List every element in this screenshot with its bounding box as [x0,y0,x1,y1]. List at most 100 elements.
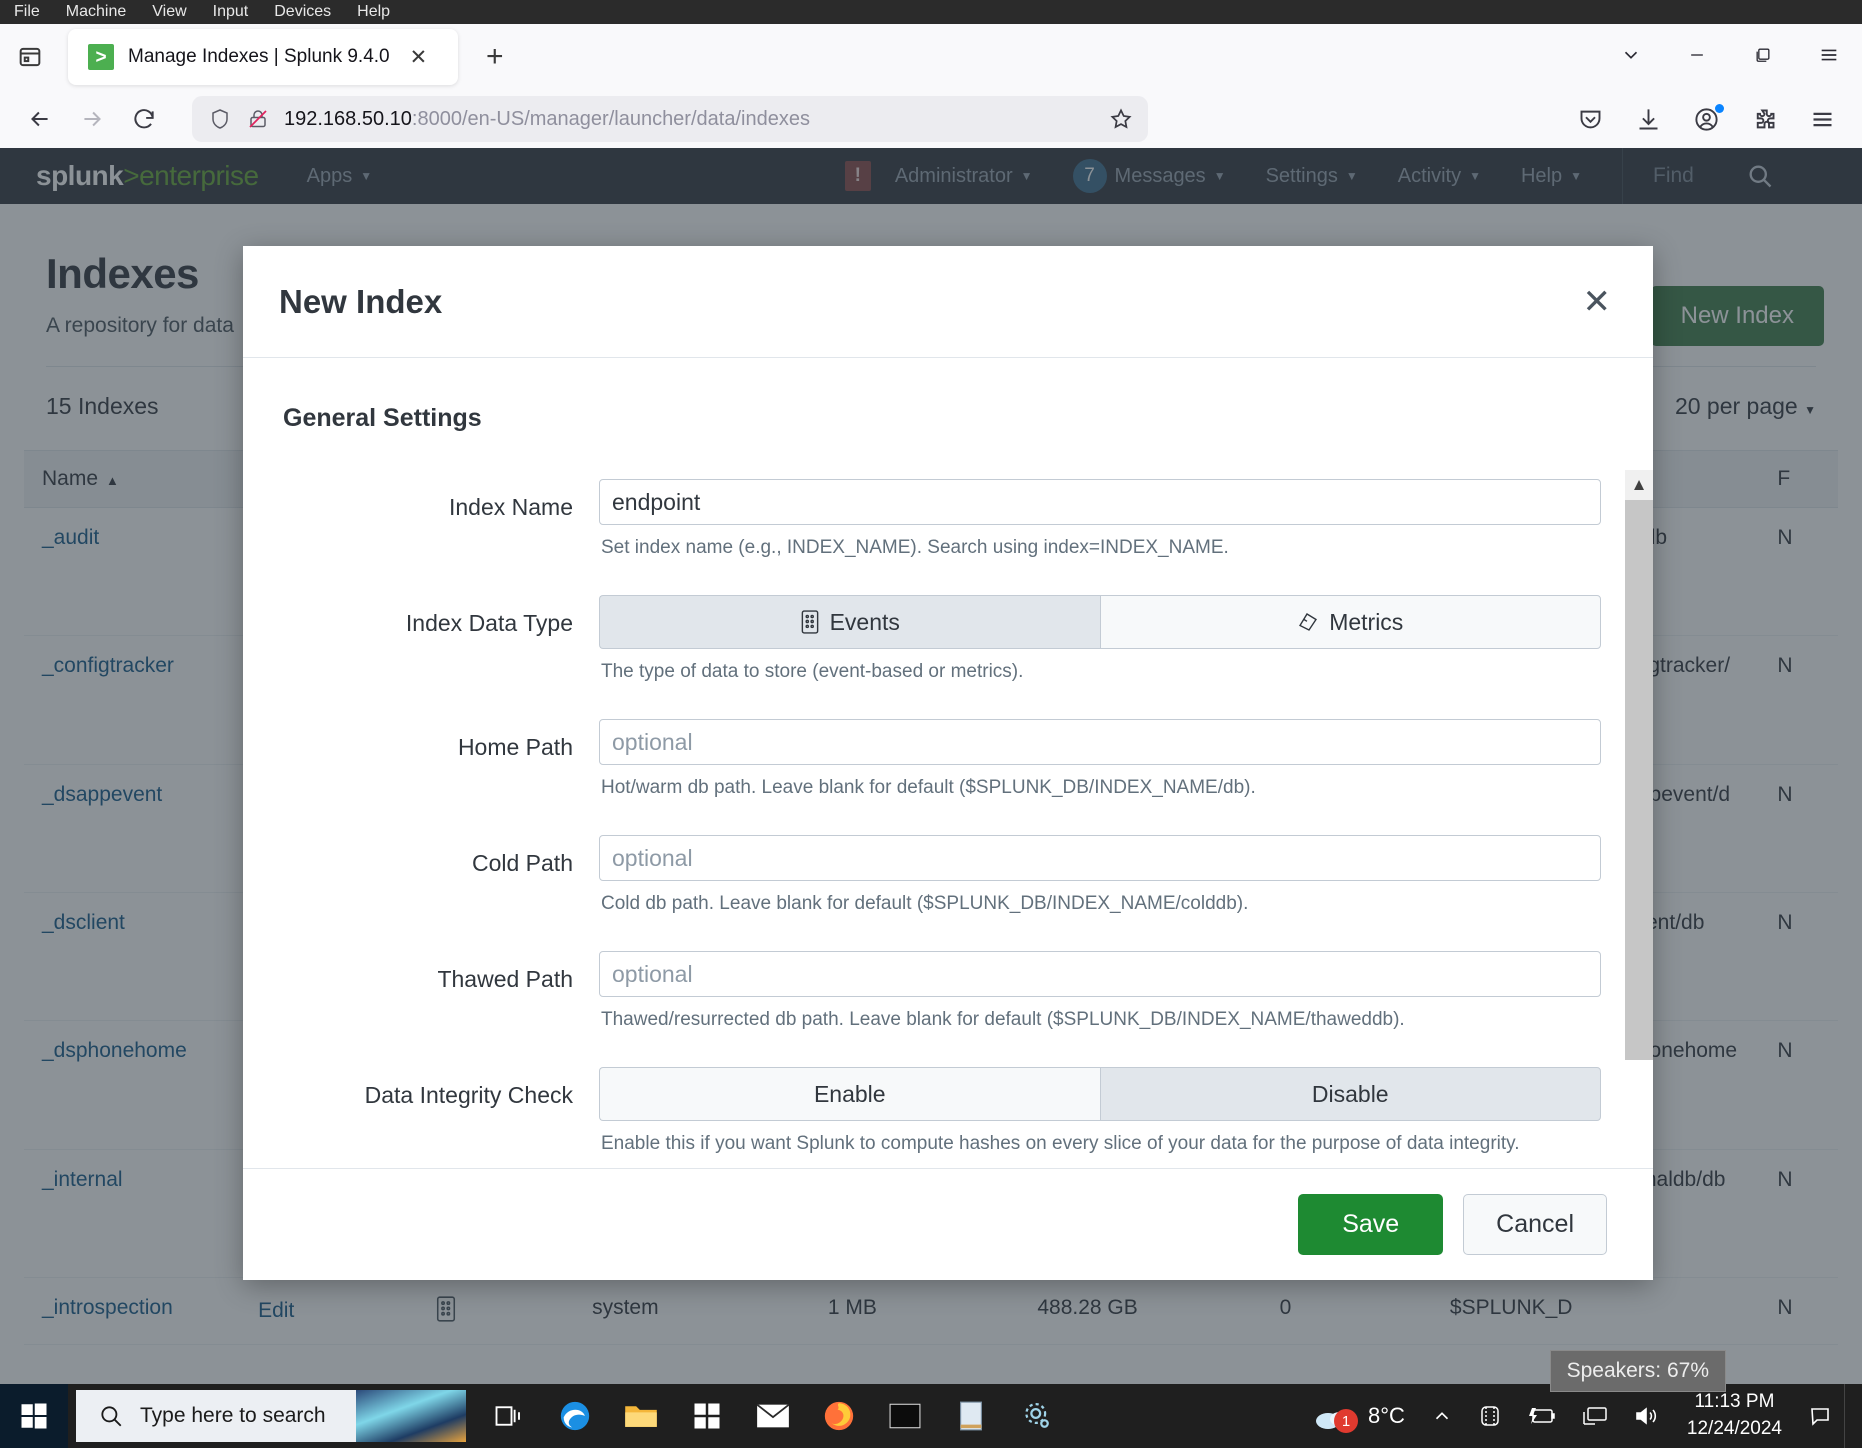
temperature: 8°C [1367,1403,1405,1428]
firefox-menu-icon[interactable] [1796,96,1848,142]
notepad-icon[interactable] [938,1384,1004,1448]
minimize-button[interactable] [1664,26,1730,84]
taskbar-pinned-apps [476,1384,1070,1448]
new-tab-button[interactable]: + [486,40,504,74]
new-index-modal: New Index ✕ General Settings Index Name … [243,246,1653,1280]
maximize-button[interactable] [1730,26,1796,84]
save-button[interactable]: Save [1298,1194,1444,1255]
modal-body: General Settings Index Name Set index na… [243,358,1653,1168]
vbox-menu-view[interactable]: View [152,3,186,21]
edge-icon[interactable] [542,1384,608,1448]
task-view-icon[interactable] [476,1384,542,1448]
reload-button[interactable] [118,96,170,142]
cancel-button[interactable]: Cancel [1463,1194,1607,1255]
vbox-menu-devices[interactable]: Devices [274,3,331,21]
windows-taskbar: Type here to search 1 8°C 11:13 PM 12/24… [0,1384,1862,1448]
field-label: Index Name [448,494,573,520]
scroll-up-arrow[interactable]: ▲ [1625,470,1653,500]
weather-widget[interactable]: 1 8°C [1300,1401,1419,1433]
field-label: Cold Path [471,850,573,876]
taskbar-clock[interactable]: 11:13 PM 12/24/2024 [1673,1389,1796,1442]
close-icon[interactable]: ✕ [1583,285,1612,319]
field-index-data-type: Index Data Type Events Metrics The type … [279,595,1601,711]
forward-button[interactable] [66,96,118,142]
url-bar[interactable]: 192.168.50.10:8000/en-US/manager/launche… [192,96,1148,142]
downloads-icon[interactable] [1622,96,1674,142]
data-type-events-label: Events [829,608,900,635]
field-help: Hot/warm db path. Leave blank for defaul… [601,777,1256,798]
show-desktop-button[interactable] [1844,1384,1856,1448]
weather-badge: 1 [1333,1409,1358,1433]
home-path-input[interactable] [599,719,1601,765]
field-data-integrity-check: Data Integrity Check Enable Disable Enab… [279,1067,1601,1168]
vbox-menu-input[interactable]: Input [213,3,249,21]
field-index-name: Index Name Set index name (e.g., INDEX_N… [279,479,1601,587]
list-all-tabs-chevron[interactable] [1598,26,1664,84]
data-type-metrics-label: Metrics [1329,608,1404,635]
scrollbar-thumb[interactable] [1625,500,1653,1060]
mail-icon[interactable] [740,1384,806,1448]
field-label: Index Data Type [405,610,573,636]
app-menu-button[interactable] [1796,26,1862,84]
field-help: Set index name (e.g., INDEX_NAME). Searc… [601,537,1229,558]
field-thawed-path: Thawed Path Thawed/resurrected db path. … [279,951,1601,1059]
show-hidden-icons[interactable] [1419,1384,1465,1448]
vbox-menu-file[interactable]: File [14,3,40,21]
vbox-menu-machine[interactable]: Machine [66,3,126,21]
toolbar-icons [1564,96,1848,142]
section-title: General Settings [283,404,482,432]
firefox-icon[interactable] [806,1384,872,1448]
index-data-type-segmented: Events Metrics [599,595,1601,649]
onedrive-icon[interactable] [1465,1384,1515,1448]
modal-header: New Index ✕ [243,246,1653,358]
file-explorer-icon[interactable] [608,1384,674,1448]
cold-path-input[interactable] [599,835,1601,881]
navigation-toolbar: 192.168.50.10:8000/en-US/manager/launche… [0,90,1862,148]
metrics-icon [1297,611,1319,633]
notifications-icon[interactable] [1796,1384,1844,1448]
save-to-pocket-icon[interactable] [1564,96,1616,142]
back-button[interactable] [14,96,66,142]
field-label: Thawed Path [437,966,573,992]
browser-tab[interactable]: > Manage Indexes | Splunk 9.4.0 ✕ [68,29,458,85]
extensions-icon[interactable] [1738,96,1790,142]
terminal-icon[interactable] [872,1384,938,1448]
bookmark-star-icon[interactable] [1108,106,1134,132]
scrollbar-track[interactable] [1625,500,1653,1060]
vbox-menu-help[interactable]: Help [357,3,390,21]
taskbar-search[interactable]: Type here to search [76,1390,466,1442]
account-notification-dot [1715,104,1724,113]
field-help: Enable this if you want Splunk to comput… [601,1133,1520,1154]
clock-date: 12/24/2024 [1686,1418,1782,1439]
splunk-favicon: > [88,44,114,70]
modal-scrollbar[interactable]: ▲ ▼ [1625,470,1653,1060]
data-integrity-segmented: Enable Disable [599,1067,1601,1121]
network-icon[interactable] [1569,1384,1621,1448]
search-highlight-thumbnail [356,1390,466,1442]
data-type-events-button[interactable]: Events [599,595,1100,649]
battery-charging-icon[interactable] [1515,1384,1569,1448]
taskbar-search-placeholder: Type here to search [140,1404,326,1427]
modal-title: New Index [279,282,443,320]
window-controls [1598,24,1862,86]
search-icon [98,1403,124,1429]
list-all-tabs-icon[interactable] [2,29,58,85]
field-help: The type of data to store (event-based o… [601,661,1024,682]
thawed-path-input[interactable] [599,951,1601,997]
data-type-metrics-button[interactable]: Metrics [1099,595,1601,649]
integrity-enable-button[interactable]: Enable [599,1067,1100,1121]
integrity-disable-button[interactable]: Disable [1099,1067,1601,1121]
field-help: Cold db path. Leave blank for default ($… [601,893,1249,914]
start-button[interactable] [0,1384,68,1448]
account-icon[interactable] [1680,96,1732,142]
settings-gear-icon[interactable] [1004,1384,1070,1448]
index-name-input[interactable] [599,479,1601,525]
tab-close-icon[interactable]: ✕ [410,45,428,70]
browser-chrome: > Manage Indexes | Splunk 9.4.0 ✕ + 192.… [0,24,1862,148]
volume-icon[interactable] [1621,1384,1673,1448]
speakers-tooltip: Speakers: 67% [1549,1350,1726,1392]
field-help: Thawed/resurrected db path. Leave blank … [601,1009,1405,1030]
events-icon [800,610,820,634]
field-label: Data Integrity Check [364,1082,573,1108]
microsoft-store-icon[interactable] [674,1384,740,1448]
